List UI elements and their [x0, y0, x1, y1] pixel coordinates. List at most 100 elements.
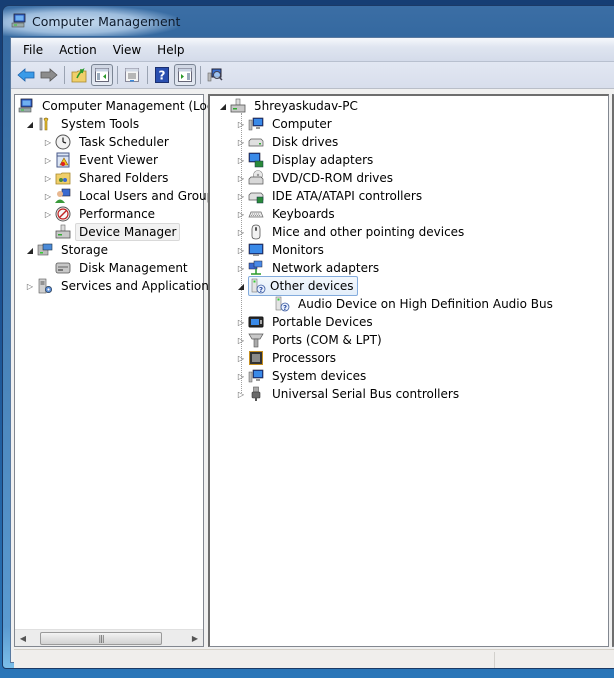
expand-arrow-icon[interactable]: ▷ [236, 241, 246, 259]
expand-arrow-icon[interactable]: ▷ [236, 331, 246, 349]
tree-node-shared-folders[interactable]: ▷ Shared Folders [43, 169, 172, 187]
show-hide-action-pane-button[interactable] [174, 64, 196, 86]
tree-node-system-tools[interactable]: ◢ System Tools [25, 115, 143, 133]
device-category-usb-controllers[interactable]: ▷ Universal Serial Bus controllers [236, 385, 463, 403]
device-category-ide-ata-atapi-controllers[interactable]: ▷ IDE ATA/ATAPI controllers [236, 187, 426, 205]
device-category-monitors[interactable]: ▷ Monitors [236, 241, 328, 259]
scroll-right-arrow-icon[interactable]: ▶ [187, 630, 203, 647]
scan-hardware-icon [207, 68, 223, 82]
device-category-label: Portable Devices [272, 315, 373, 329]
tree-node-disk-management[interactable]: Disk Management [55, 259, 192, 277]
scroll-left-arrow-icon[interactable]: ◀ [15, 630, 31, 647]
properties-button[interactable] [121, 64, 143, 86]
action-pane-icon [178, 68, 192, 82]
forward-button[interactable] [38, 64, 60, 86]
expand-arrow-icon[interactable]: ▷ [43, 187, 53, 205]
device-category-dvd-cd-rom-drives[interactable]: ▷ DVD/CD-ROM drives [236, 169, 397, 187]
computer-management-window: Computer Management File Action View Hel… [2, 5, 614, 669]
expand-arrow-icon[interactable]: ▷ [236, 313, 246, 331]
collapse-arrow-icon[interactable]: ◢ [25, 115, 35, 133]
menu-help[interactable]: Help [149, 41, 192, 59]
status-bar [14, 649, 614, 668]
device-category-ports[interactable]: ▷ Ports (COM & LPT) [236, 331, 386, 349]
device-category-display-adapters[interactable]: ▷ Display adapters [236, 151, 377, 169]
tree-node-computer-management[interactable]: Computer Management (Local [18, 97, 228, 115]
expand-arrow-icon[interactable]: ▷ [236, 115, 246, 133]
console-tree-pane: Computer Management (Local ◢ System Tool… [14, 94, 224, 647]
properties-icon [125, 68, 139, 82]
services-icon [37, 278, 53, 294]
device-category-label: Ports (COM & LPT) [272, 333, 382, 347]
expand-arrow-icon[interactable]: ▷ [236, 133, 246, 151]
device-category-disk-drives[interactable]: ▷ Disk drives [236, 133, 342, 151]
device-category-processors[interactable]: ▷ Processors [236, 349, 340, 367]
tools-icon [37, 116, 53, 132]
help-button[interactable]: ? [151, 64, 173, 86]
device-category-label: Mice and other pointing devices [272, 225, 465, 239]
window-title: Computer Management [32, 13, 181, 29]
expand-arrow-icon[interactable]: ▷ [236, 349, 246, 367]
expand-arrow-icon[interactable]: ▷ [236, 367, 246, 385]
menu-view[interactable]: View [105, 41, 149, 59]
show-hide-console-tree-button[interactable] [91, 64, 113, 86]
expand-arrow-icon[interactable]: ▷ [236, 205, 246, 223]
tree-node-label: Local Users and Groups [79, 189, 221, 203]
device-category-selected: ? Other devices [248, 276, 358, 296]
unknown-device-icon: ? [274, 296, 290, 312]
expand-arrow-icon[interactable]: ▷ [43, 133, 53, 151]
device-audio-device-hd-audio-bus[interactable]: ? Audio Device on High Definition Audio … [274, 295, 557, 313]
help-icon: ? [155, 67, 169, 83]
device-category-label: Universal Serial Bus controllers [272, 387, 460, 401]
menu-file[interactable]: File [15, 41, 51, 59]
ide-controller-icon [248, 188, 264, 204]
expand-arrow-icon[interactable]: ▷ [236, 151, 246, 169]
device-category-mice[interactable]: ▷ Mice and other pointing devices [236, 223, 468, 241]
processor-icon [248, 350, 264, 366]
device-category-label: Keyboards [272, 207, 335, 221]
title-bar[interactable]: Computer Management [3, 6, 614, 36]
tree-node-label: Services and Applications [61, 279, 216, 293]
device-category-label: DVD/CD-ROM drives [272, 171, 394, 185]
left-pane-horizontal-scrollbar[interactable]: ◀ ||| ▶ [15, 629, 203, 646]
expand-arrow-icon[interactable]: ▷ [43, 151, 53, 169]
disk-management-icon [55, 260, 71, 276]
device-category-keyboards[interactable]: ▷ Keyboards [236, 205, 339, 223]
device-category-label: Network adapters [272, 261, 380, 275]
tree-node-services-and-applications[interactable]: ▷ Services and Applications [25, 277, 219, 295]
device-tree-root[interactable]: ◢ 5hreyaskudav-PC [218, 97, 362, 115]
menu-action[interactable]: Action [51, 41, 105, 59]
collapse-arrow-icon[interactable]: ◢ [236, 277, 246, 295]
system-devices-icon [248, 368, 264, 384]
back-button[interactable] [15, 64, 37, 86]
expand-arrow-icon[interactable]: ▷ [236, 169, 246, 187]
tree-node-storage[interactable]: ◢ Storage [25, 241, 112, 259]
device-category-other-devices[interactable]: ◢ ? Other devices [236, 276, 358, 296]
collapse-arrow-icon[interactable]: ◢ [218, 97, 228, 115]
expand-arrow-icon[interactable]: ▷ [236, 223, 246, 241]
expand-arrow-icon[interactable]: ▷ [43, 169, 53, 187]
device-category-network-adapters[interactable]: ▷ Network adapters [236, 259, 383, 277]
expand-arrow-icon[interactable]: ▷ [25, 277, 35, 295]
event-viewer-icon [55, 152, 71, 168]
device-category-portable-devices[interactable]: ▷ Portable Devices [236, 313, 377, 331]
back-arrow-icon [17, 68, 35, 82]
tree-node-task-scheduler[interactable]: ▷ Task Scheduler [43, 133, 173, 151]
expand-arrow-icon[interactable]: ▷ [236, 187, 246, 205]
tree-node-event-viewer[interactable]: ▷ Event Viewer [43, 151, 162, 169]
tree-node-local-users-and-groups[interactable]: ▷ Local Users and Groups [43, 187, 225, 205]
status-divider [494, 652, 495, 668]
up-one-level-button[interactable] [68, 64, 90, 86]
forward-arrow-icon [40, 68, 58, 82]
scrollbar-thumb[interactable]: ||| [40, 632, 162, 645]
tree-node-performance[interactable]: ▷ Performance [43, 205, 159, 223]
expand-arrow-icon[interactable]: ▷ [236, 259, 246, 277]
expand-arrow-icon[interactable]: ▷ [43, 205, 53, 223]
tree-node-device-manager[interactable]: Device Manager [55, 223, 181, 241]
device-category-computer[interactable]: ▷ Computer [236, 115, 336, 133]
scan-hardware-button[interactable] [204, 64, 226, 86]
expand-arrow-icon[interactable]: ▷ [236, 385, 246, 403]
computer-icon [248, 116, 264, 132]
collapse-arrow-icon[interactable]: ◢ [25, 241, 35, 259]
computer-pc-icon [230, 98, 246, 114]
device-category-system-devices[interactable]: ▷ System devices [236, 367, 370, 385]
